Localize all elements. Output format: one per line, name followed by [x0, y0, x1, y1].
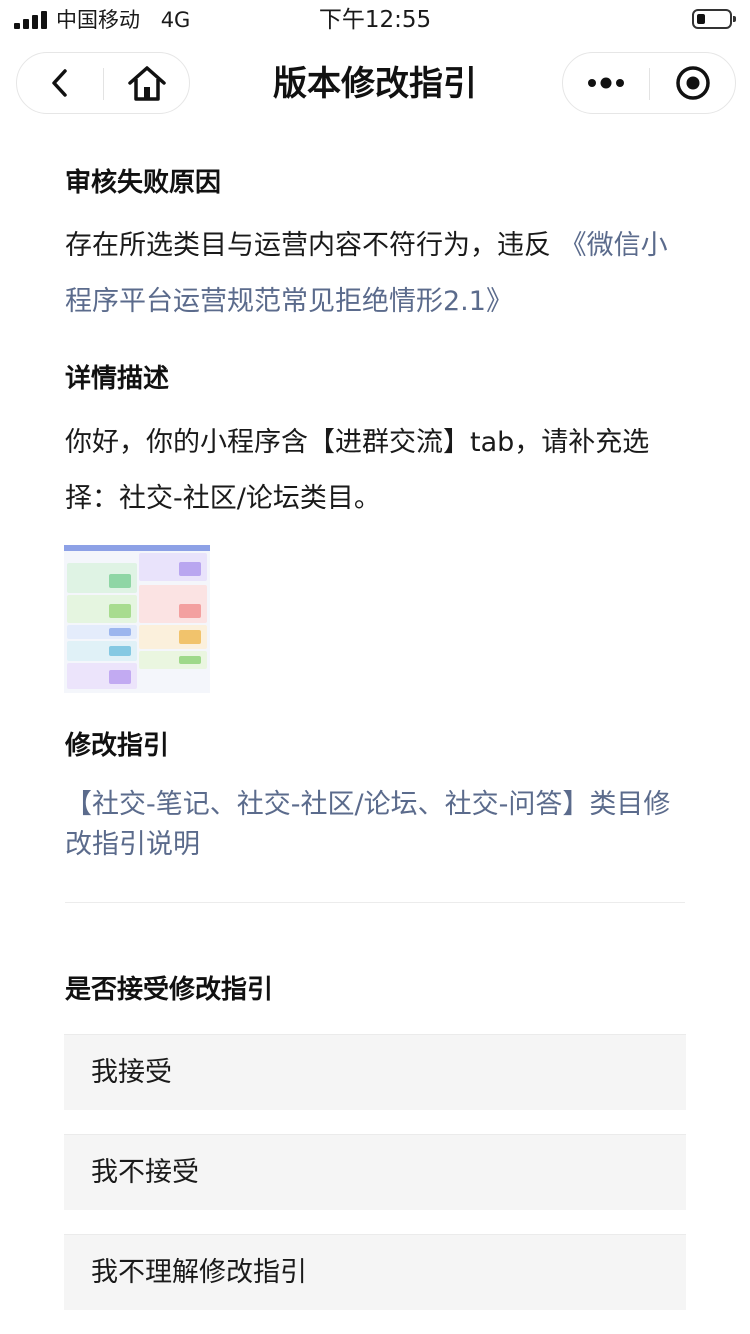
option-decline[interactable]: 我不接受 [64, 1134, 686, 1210]
thumb-tile [67, 595, 137, 623]
details-heading: 详情描述 [65, 364, 170, 394]
option-accept[interactable]: 我接受 [64, 1034, 686, 1110]
guide-link[interactable]: 【社交-笔记、社交-社区/论坛、社交-问答】类目修改指引说明 [65, 785, 680, 865]
rejection-text: 存在所选类目与运营内容不符行为，违反 《微信小程序平台运营规范常见拒绝情形2.1… [65, 218, 685, 330]
thumb-tile [139, 625, 207, 649]
option-label: 我不接受 [91, 1157, 199, 1188]
status-bar: 中国移动 4G 下午12:55 [0, 0, 750, 40]
rejection-heading: 审核失败原因 [65, 168, 222, 198]
thumb-tile [139, 553, 207, 581]
section-divider [65, 902, 685, 903]
thumb-tile [67, 663, 137, 689]
thumb-tile [139, 585, 207, 623]
nav-right-capsule [562, 52, 736, 114]
option-label: 我不理解修改指引 [91, 1257, 307, 1288]
thumb-tile [67, 641, 137, 661]
option-dont-understand[interactable]: 我不理解修改指引 [64, 1234, 686, 1310]
accept-heading: 是否接受修改指引 [65, 975, 274, 1005]
more-dots-icon [588, 77, 624, 89]
rejection-description: 存在所选类目与运营内容不符行为，违反 [65, 230, 551, 261]
thumb-tile [139, 651, 207, 669]
more-button[interactable] [563, 53, 649, 113]
thumbnail-topbar [64, 545, 210, 551]
details-text: 你好，你的小程序含【进群交流】tab，请补充选择：社交-社区/论坛类目。 [65, 427, 650, 514]
option-label: 我接受 [91, 1057, 172, 1088]
battery-icon [692, 9, 736, 29]
status-time: 下午12:55 [318, 7, 432, 33]
close-button[interactable] [650, 53, 736, 113]
thumb-tile [67, 625, 137, 639]
thumb-tile [67, 563, 137, 593]
target-circle-icon [676, 66, 710, 100]
screenshot-thumbnail[interactable] [64, 545, 210, 693]
guide-heading: 修改指引 [65, 731, 170, 761]
